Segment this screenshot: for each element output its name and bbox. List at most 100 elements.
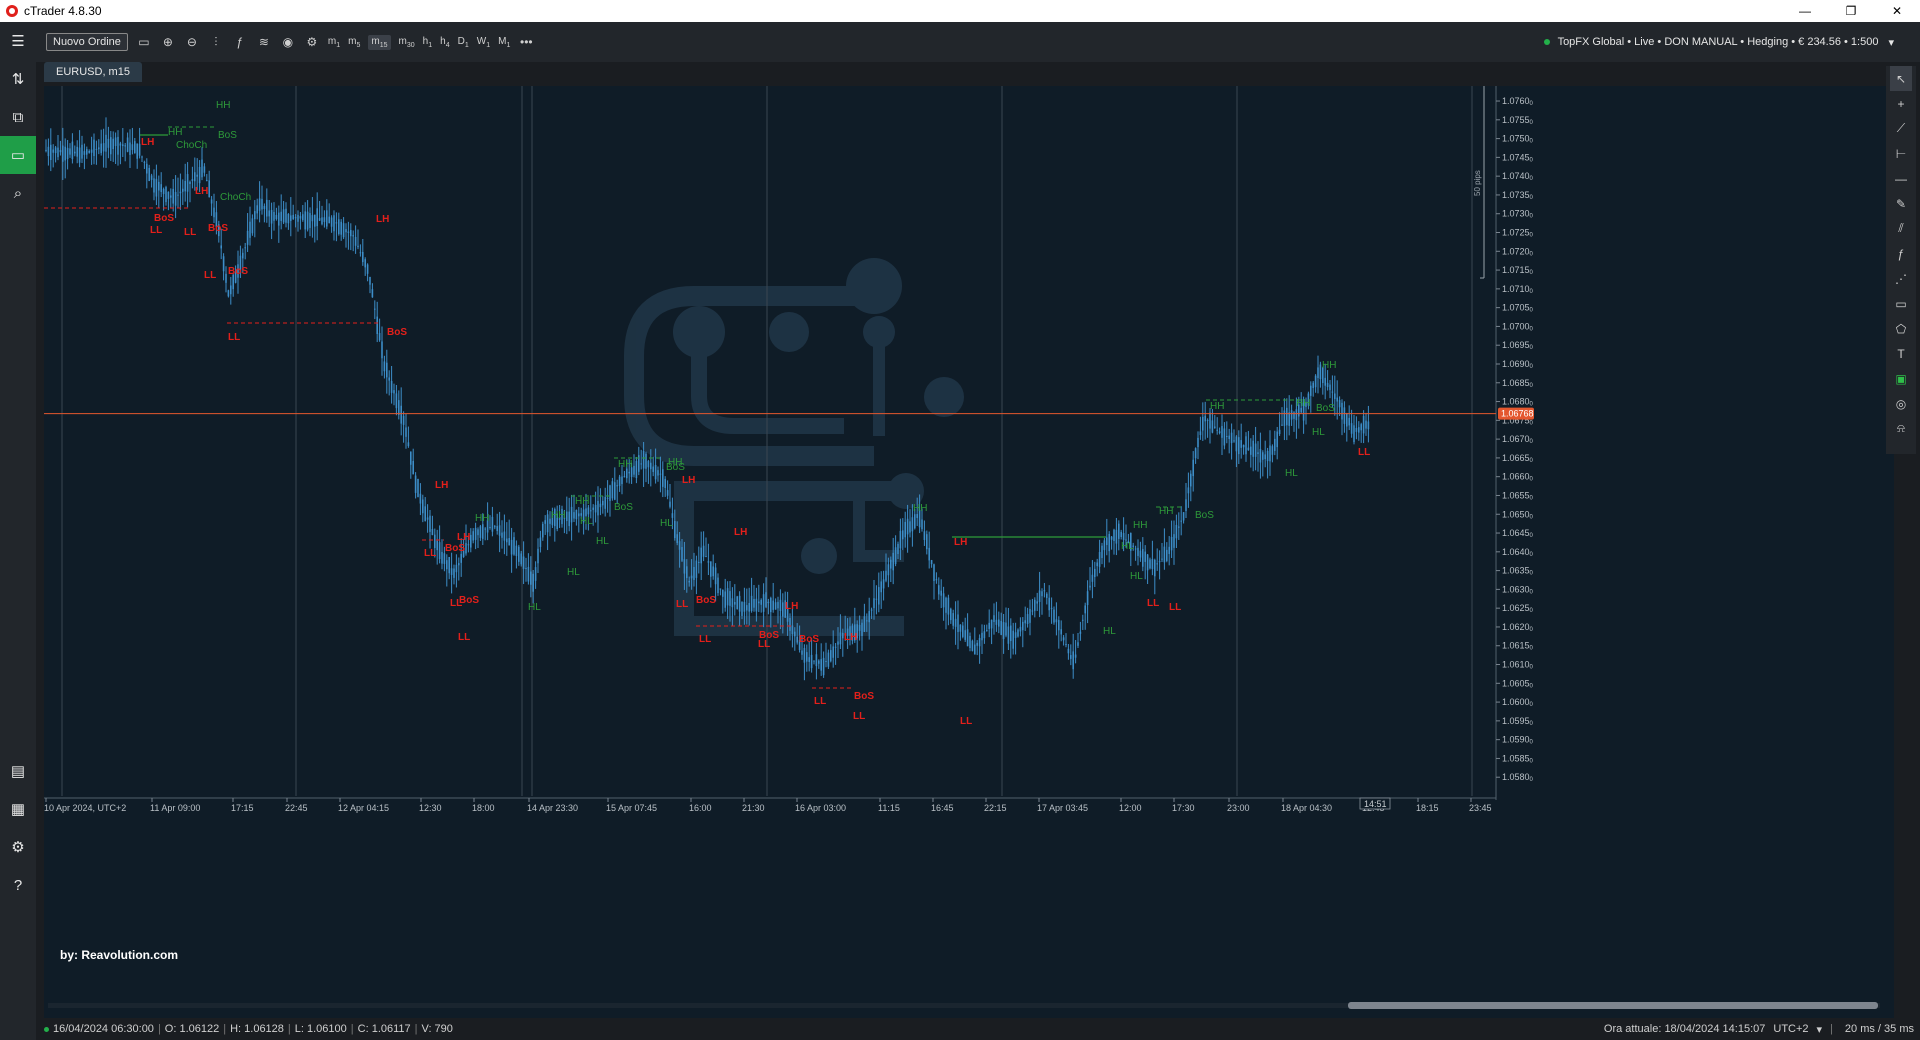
price-chart[interactable]: 1.07600 1.07550 1.07500 1.07450 1.07400 1.073…: [44, 86, 1894, 1020]
news-icon[interactable]: ▦: [0, 790, 36, 828]
menu-icon[interactable]: ☰: [0, 22, 36, 60]
candle-body: [654, 464, 657, 480]
ray-icon[interactable]: ⊢: [1890, 141, 1912, 166]
trade-icon[interactable]: ⇅: [0, 60, 36, 98]
help-icon[interactable]: ?: [0, 866, 36, 904]
account-selector[interactable]: TopFX Global • Live • DON MANUAL • Hedgi…: [1543, 36, 1894, 49]
current-price-marker: 1.06768: [1498, 407, 1534, 420]
pattern-icon[interactable]: ▣: [1890, 366, 1912, 391]
zoom-in-icon[interactable]: ⊕: [160, 35, 176, 49]
candle-body: [1204, 415, 1206, 422]
price-tick-label: 1.06550: [1502, 490, 1534, 501]
scrollbar-thumb[interactable]: [1348, 1002, 1878, 1009]
timeframe-M1-button[interactable]: M1: [498, 36, 510, 49]
candle-body: [750, 595, 753, 611]
candle-body: [938, 585, 940, 595]
structure-label-lh: LH: [376, 214, 389, 225]
candle-body: [626, 468, 628, 479]
candle-body: [410, 451, 412, 465]
price-tick-label: 1.07000: [1502, 321, 1534, 332]
candle-body: [386, 362, 388, 378]
candle-body: [1144, 551, 1146, 562]
gann-icon[interactable]: ⋰: [1890, 266, 1912, 291]
candle-body: [1110, 536, 1113, 540]
chevron-down-icon[interactable]: ▾: [1817, 1023, 1823, 1036]
terminal-icon[interactable]: ▤: [0, 752, 36, 790]
candle-body: [1334, 393, 1336, 399]
fibonacci-icon[interactable]: ƒ: [1890, 241, 1912, 266]
timeframe-h4-button[interactable]: h4: [440, 36, 449, 49]
candle-body: [148, 167, 150, 182]
structure-label-ll: LL: [204, 270, 216, 281]
candle-body: [794, 631, 796, 637]
alert-icon[interactable]: ⍾: [1890, 416, 1912, 441]
timeframe-m30-button[interactable]: m30: [399, 36, 415, 49]
price-tick-label: 1.06050: [1502, 678, 1534, 689]
horizontal-line-icon[interactable]: —: [1890, 166, 1912, 191]
time-tick-label: 23:00: [1227, 803, 1250, 813]
candle-body: [184, 181, 186, 192]
minimize-button[interactable]: —: [1782, 0, 1828, 22]
candle-body: [309, 213, 311, 228]
candle-body: [446, 560, 448, 570]
indicators-icon[interactable]: ƒ: [232, 35, 248, 49]
time-tick-label: 17:15: [231, 803, 254, 813]
chart-mode-icon[interactable]: ▭: [136, 35, 152, 49]
price-axis: 1.07600 1.07550 1.07500 1.07450 1.07400 1.073…: [1495, 86, 1534, 800]
chart-tab-eurusd[interactable]: EURUSD, m15: [44, 62, 142, 82]
timeframe-D1-button[interactable]: D1: [458, 36, 469, 49]
candle-body: [194, 172, 196, 182]
candle-body: [1338, 400, 1341, 408]
price-tick-label: 1.06850: [1502, 378, 1534, 389]
template-icon[interactable]: ⚙: [304, 35, 320, 49]
candle-body: [489, 526, 491, 528]
close-button[interactable]: ✕: [1874, 0, 1920, 22]
timezone-selector[interactable]: UTC+2: [1773, 1023, 1808, 1035]
candle-body: [705, 556, 707, 558]
settings-icon[interactable]: ⚙: [0, 828, 36, 866]
text-icon[interactable]: T: [1890, 341, 1912, 366]
chart-type-icon[interactable]: ⫶: [208, 35, 224, 50]
crosshair-icon[interactable]: +: [1890, 91, 1912, 116]
timeframe-m5-button[interactable]: m5: [348, 36, 360, 49]
candle-body: [1346, 413, 1348, 427]
structure-label-ll: LL: [758, 639, 770, 650]
pointer-icon[interactable]: ↖: [1890, 66, 1912, 91]
channel-icon[interactable]: ⫽: [1890, 216, 1912, 241]
line-icon[interactable]: ⟋: [1890, 116, 1912, 141]
chart-area[interactable]: 1.07600 1.07550 1.07500 1.07450 1.07400 1.073…: [44, 86, 1894, 1020]
zoom-out-icon[interactable]: ⊖: [184, 35, 200, 49]
new-order-button[interactable]: Nuovo Ordine: [46, 33, 128, 51]
structure-label-bos: BoS: [614, 502, 633, 513]
copy-icon[interactable]: ⧉: [0, 98, 36, 136]
restore-button[interactable]: ❐: [1828, 0, 1874, 22]
candle-body: [534, 567, 537, 581]
candle-body: [78, 147, 81, 163]
eye-icon[interactable]: ◉: [280, 35, 296, 49]
camera-icon[interactable]: ◎: [1890, 391, 1912, 416]
candle-body: [820, 659, 822, 671]
layers-icon[interactable]: ≋: [256, 35, 272, 49]
timeframe-W1-button[interactable]: W1: [477, 36, 490, 49]
charts-icon[interactable]: ▭: [0, 136, 36, 174]
chart-horizontal-scrollbar[interactable]: [48, 1000, 1880, 1010]
candle-body: [695, 560, 698, 578]
shapes-icon[interactable]: ⬠: [1890, 316, 1912, 341]
candle-body: [1180, 520, 1182, 522]
timeframe-m1-button[interactable]: m1: [328, 36, 340, 49]
analyze-icon[interactable]: ⌕: [0, 174, 36, 212]
chevron-down-icon[interactable]: ▾: [1888, 36, 1894, 49]
more-button[interactable]: •••: [518, 35, 534, 49]
timeframe-h1-button[interactable]: h1: [423, 36, 432, 49]
price-tick-label: 1.06700: [1502, 434, 1534, 445]
candle-body: [1353, 425, 1355, 443]
candle-body: [1046, 593, 1048, 598]
candle-body: [282, 209, 285, 223]
price-tick-label: 1.06600: [1502, 472, 1534, 483]
candle-body: [827, 652, 830, 667]
candle-body: [278, 212, 280, 226]
rectangle-icon[interactable]: ▭: [1890, 291, 1912, 316]
candle-body: [592, 507, 594, 510]
timeframe-m15-button[interactable]: m15: [368, 34, 391, 50]
pen-icon[interactable]: ✎: [1890, 191, 1912, 216]
